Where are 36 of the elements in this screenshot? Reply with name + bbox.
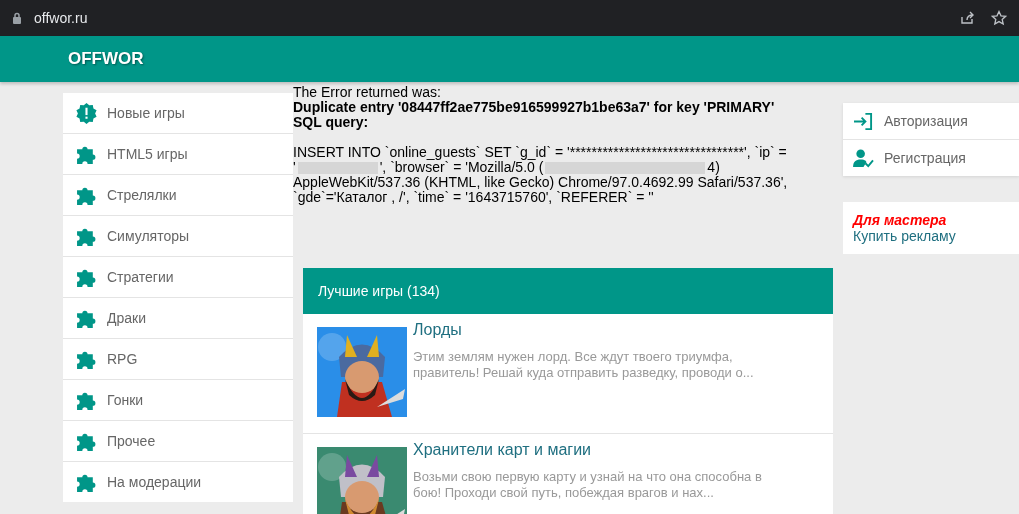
star-icon[interactable] [991, 10, 1007, 26]
sidebar-item[interactable]: Новые игры [63, 93, 293, 134]
sidebar-item[interactable]: Стратегии [63, 257, 293, 298]
error-intro: The Error returned was: [293, 85, 442, 100]
share-icon[interactable] [959, 10, 975, 26]
game-title-link[interactable]: Хранители карт и магии [413, 441, 773, 459]
sql-query-text: `gde`='Каталог , /', `time` = '1643715760', `REFERER` = '' [293, 190, 654, 205]
error-message: Duplicate entry '08447ff2ae775be916599927b1be63a7' for key 'PRIMARY' [293, 100, 776, 115]
sidebar-item[interactable]: Стрелялки [63, 175, 293, 216]
lock-icon [12, 12, 22, 24]
ad-heading: Для мастера [853, 212, 948, 228]
sign-in-icon [853, 111, 874, 131]
buy-ad-link[interactable]: Купить рекламу [853, 228, 1009, 244]
sql-query-text: AppleWebKit/537.36 (KHTML, like Gecko) Chrome/97.0.4692.99 Safari/537.36', [293, 175, 788, 190]
sidebar-item[interactable]: Драки [63, 298, 293, 339]
game-title-link[interactable]: Лорды [413, 321, 773, 339]
site-logo[interactable]: OFFWOR [68, 49, 144, 69]
game-description: Этим землям нужен лорд. Все ждут твоего триумфа, правитель! Решай куда отправить разведку, проводи о... [413, 349, 755, 381]
sql-query-text: INSERT INTO `online_guests` SET `g_id` = '********************************', `ip` = [293, 145, 787, 160]
game-description: Возьми свою первую карту и узнай на что она способна в бою! Проходи свой путь, побеждая врагов и нах... [413, 469, 763, 501]
sidebar-item[interactable]: Симуляторы [63, 216, 293, 257]
sidebar-item[interactable]: RPG [63, 339, 293, 380]
sidebar-item[interactable]: HTML5 игры [63, 134, 293, 175]
alert-icon [76, 102, 97, 124]
sidebar-item[interactable]: Прочее [63, 421, 293, 462]
address-bar-url[interactable]: offwor.ru [34, 10, 88, 26]
sidebar-item[interactable]: Гонки [63, 380, 293, 421]
user-check-icon [853, 148, 874, 168]
sidebar-item[interactable]: На модерации [63, 462, 293, 502]
panel-heading: Лучшие игры (134) [303, 268, 833, 314]
sql-query-text: 4) [707, 160, 720, 175]
sql-query-text: ' [293, 160, 296, 175]
account-link[interactable]: Регистрация [843, 140, 1019, 176]
sql-query-text: ', `browser` = 'Mozilla/5.0 ( [379, 160, 544, 175]
sql-query-label: SQL query: [293, 115, 369, 130]
account-link[interactable]: Авторизация [843, 103, 1019, 140]
